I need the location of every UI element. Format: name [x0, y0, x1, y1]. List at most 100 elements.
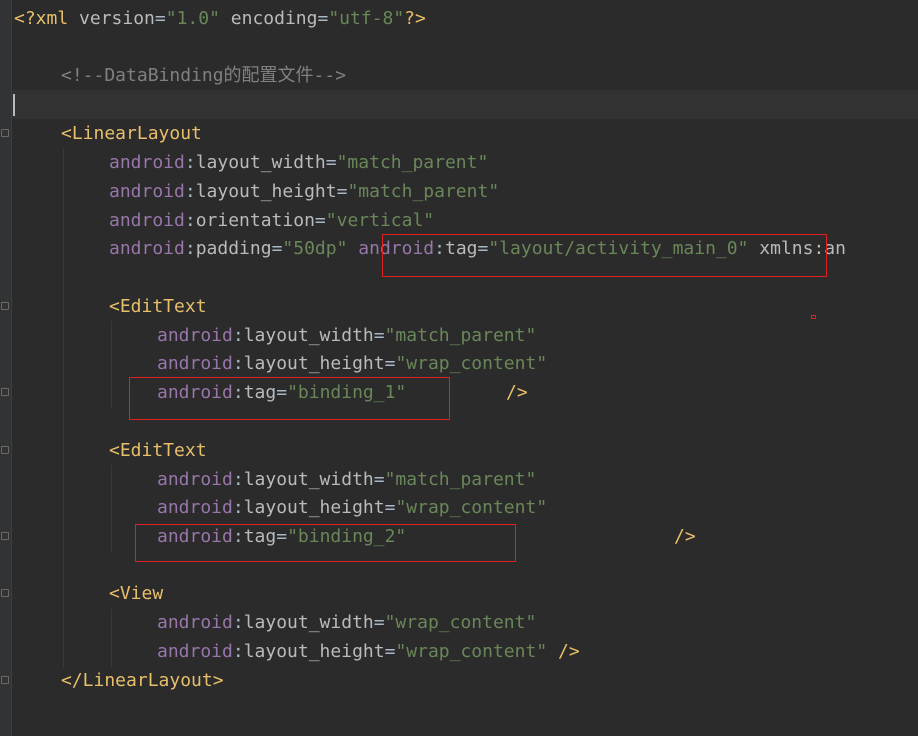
code-line-view-open: <View	[109, 579, 163, 608]
attr-value: "wrap_content"	[395, 353, 548, 374]
namespace: android	[109, 238, 185, 259]
attr-value: "wrap_content"	[384, 612, 537, 633]
tag-name: <LinearLayout	[61, 123, 202, 144]
equals: =	[373, 469, 385, 490]
indent-guide	[111, 321, 112, 409]
attr-value: "wrap_content"	[395, 641, 548, 662]
code-line-linearlayout-close: </LinearLayout>	[61, 666, 224, 695]
namespace: android	[109, 181, 185, 202]
attr-value: "utf-8"	[328, 8, 405, 29]
equals: =	[336, 181, 348, 202]
namespace: android	[109, 210, 185, 231]
attr-name: layout_height	[243, 353, 385, 374]
code-line-linearlayout-open: <LinearLayout	[61, 119, 202, 148]
code-line-attr: android:layout_height="wrap_content" />	[157, 637, 580, 666]
tag-close: </LinearLayout>	[61, 670, 224, 691]
colon: :	[232, 325, 244, 346]
indent-guide	[111, 465, 112, 553]
equals: =	[325, 152, 337, 173]
attr-name: padding	[195, 238, 272, 259]
code-line-xml-declaration: <?xml version="1.0" encoding="utf-8"?>	[14, 4, 426, 33]
attr-value: "match_parent"	[384, 469, 537, 490]
code-line-attr: android:layout_width="wrap_content"	[157, 608, 536, 637]
equals: =	[373, 612, 385, 633]
colon: :	[184, 210, 196, 231]
tag-close: />	[547, 641, 580, 662]
attr-value: "vertical"	[325, 210, 435, 231]
code-line-edittext-open: <EditText	[109, 292, 207, 321]
tag-name: <EditText	[109, 440, 207, 461]
highlight-dot	[811, 315, 816, 319]
attr-name: version	[79, 8, 155, 29]
attr-name: layout_width	[243, 469, 374, 490]
fold-icon[interactable]	[1, 129, 9, 137]
namespace: android	[157, 612, 233, 633]
attr-name: layout_width	[243, 325, 374, 346]
tag-close: />	[506, 382, 528, 403]
code-line-attr: android:layout_width="match_parent"	[157, 321, 536, 350]
text-cursor	[13, 94, 15, 116]
code-line-edittext-open: <EditText	[109, 436, 207, 465]
indent-guide	[111, 609, 112, 667]
fold-icon[interactable]	[1, 532, 9, 540]
fold-icon[interactable]	[1, 589, 9, 597]
attr-value: "match_parent"	[384, 325, 537, 346]
code-line-self-close: />	[674, 522, 696, 551]
attr-name: layout_height	[195, 181, 337, 202]
equals: =	[384, 353, 396, 374]
attr-value: "match_parent"	[336, 152, 489, 173]
colon: :	[232, 641, 244, 662]
equals: =	[317, 8, 329, 29]
xml-comment: <!--DataBinding的配置文件-->	[61, 65, 347, 86]
fold-icon[interactable]	[1, 446, 9, 454]
code-line-attr: android:layout_height="wrap_content"	[157, 493, 547, 522]
editor-gutter	[0, 0, 12, 736]
code-line-attr: android:layout_height="match_parent"	[109, 177, 499, 206]
namespace: android	[157, 353, 233, 374]
highlight-box-binding-2	[135, 524, 516, 562]
colon: :	[232, 353, 244, 374]
code-line-attr: android:orientation="vertical"	[109, 206, 434, 235]
colon: :	[232, 612, 244, 633]
colon: :	[232, 497, 244, 518]
highlight-box-binding-1	[129, 377, 450, 420]
attr-value: "match_parent"	[347, 181, 500, 202]
equals: =	[154, 8, 166, 29]
attr-name: layout_width	[243, 612, 374, 633]
colon: :	[184, 152, 196, 173]
attr-name: orientation	[195, 210, 315, 231]
attr-value: "50dp"	[282, 238, 348, 259]
equals: =	[384, 641, 396, 662]
attr-value: "1.0"	[165, 8, 220, 29]
attr-name: encoding	[230, 8, 318, 29]
attr-value: "wrap_content"	[395, 497, 548, 518]
colon: :	[184, 238, 196, 259]
fold-icon[interactable]	[1, 302, 9, 310]
code-editor[interactable]: <?xml version="1.0" encoding="utf-8"?> <…	[0, 0, 918, 736]
current-line-highlight	[12, 90, 918, 119]
namespace: android	[157, 497, 233, 518]
tag-name: <EditText	[109, 296, 207, 317]
equals: =	[314, 210, 326, 231]
namespace: android	[109, 152, 185, 173]
fold-icon[interactable]	[1, 676, 9, 684]
code-line-comment: <!--DataBinding的配置文件-->	[61, 61, 346, 90]
attr-name: layout_height	[243, 641, 385, 662]
namespace: android	[157, 325, 233, 346]
tag-close: />	[674, 526, 696, 547]
indent-guide	[63, 148, 64, 668]
attr-name: layout_width	[195, 152, 326, 173]
tag-name: <View	[109, 583, 164, 604]
highlight-box-layout-tag	[382, 234, 827, 277]
namespace: android	[157, 469, 233, 490]
equals: =	[373, 325, 385, 346]
code-line-attr: android:layout_height="wrap_content"	[157, 349, 547, 378]
attr-name: layout_height	[243, 497, 385, 518]
colon: :	[184, 181, 196, 202]
code-line-self-close: />	[506, 378, 528, 407]
fold-icon[interactable]	[1, 388, 9, 396]
equals: =	[384, 497, 396, 518]
colon: :	[232, 469, 244, 490]
xml-decl-open: <?xml	[14, 8, 80, 29]
